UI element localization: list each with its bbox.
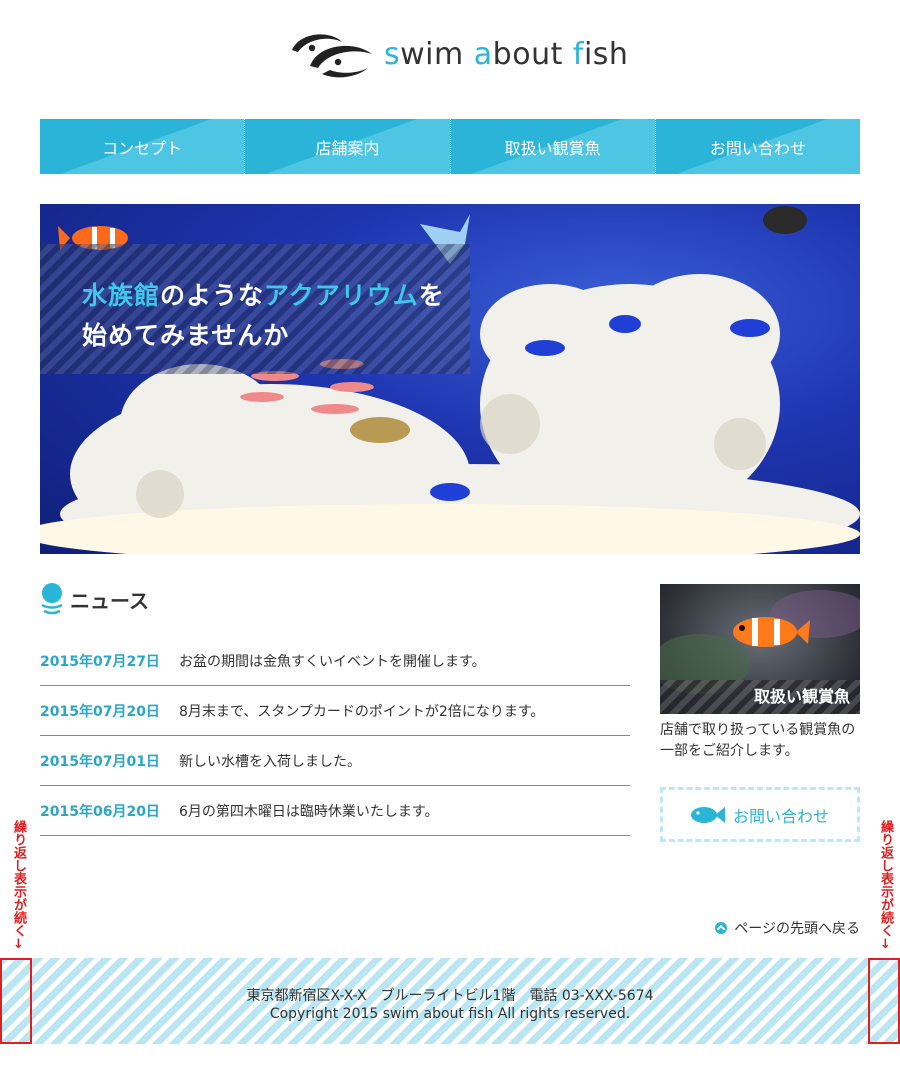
repeat-marker-left xyxy=(0,958,32,1044)
repeat-marker-right xyxy=(868,958,900,1044)
fish-icon xyxy=(690,806,725,823)
fish-card-link[interactable]: 取扱い観賞魚 xyxy=(660,584,860,714)
main-nav: コンセプト 店舗案内 取扱い観賞魚 お問い合わせ xyxy=(40,119,860,174)
news-text: 8月末まで、スタンプカードのポイントが2倍になります。 xyxy=(179,703,545,720)
news-text: お盆の期間は金魚すくいイベントを開催します。 xyxy=(179,653,486,670)
back-to-top-label: ページの先頭へ戻る xyxy=(734,921,860,937)
bubble-icon xyxy=(41,583,63,615)
news-item[interactable]: 2015年07月01日 新しい水槽を入荷しました。 xyxy=(40,736,630,786)
nav-item-store-info[interactable]: 店舗案内 xyxy=(245,119,451,174)
repeat-annotation-right: 繰り返し表示が続く↓ xyxy=(878,820,893,952)
nav-item-concept[interactable]: コンセプト xyxy=(40,119,246,174)
nav-item-contact[interactable]: お問い合わせ xyxy=(655,119,860,174)
news-date: 2015年07月20日 xyxy=(40,703,160,720)
back-to-top-link[interactable]: ページの先頭へ戻る xyxy=(715,918,860,938)
news-item[interactable]: 2015年07月27日 お盆の期間は金魚すくいイベントを開催します。 xyxy=(40,636,630,686)
contact-button-label: お問い合わせ xyxy=(732,806,829,826)
news-title: ニュース xyxy=(70,588,149,613)
news-text: 6月の第四木曜日は臨時休業いたします。 xyxy=(179,803,439,820)
site-logo[interactable]: swim about fish xyxy=(290,28,628,80)
footer-copyright: Copyright 2015 swim about fish All right… xyxy=(269,1006,631,1022)
up-arrow-icon xyxy=(715,922,728,934)
fish-logo-icon xyxy=(292,34,372,78)
fish-card-description: 店舗で取り扱っている観賞魚の一部をご紹介します。 xyxy=(660,722,856,759)
footer-address: 東京都新宿区X-X-X ブルーライトビル1階 電話 03-XXX-5674 xyxy=(246,988,654,1004)
news-date: 2015年07月27日 xyxy=(40,653,160,670)
contact-button[interactable]: お問い合わせ xyxy=(660,787,860,842)
hero-headline-line1: 水族館のようなアクアリウムを xyxy=(82,281,445,310)
news-item[interactable]: 2015年07月20日 8月末まで、スタンプカードのポイントが2倍になります。 xyxy=(40,686,630,736)
hero-headline-line2: 始めてみませんか xyxy=(82,321,290,350)
news-list: 2015年07月27日 お盆の期間は金魚すくいイベントを開催します。 2015年… xyxy=(40,636,630,836)
nav-item-fish[interactable]: 取扱い観賞魚 xyxy=(450,119,656,174)
repeat-annotation-left: 繰り返し表示が続く↓ xyxy=(11,820,26,952)
fish-card-label: 取扱い観賞魚 xyxy=(660,680,860,714)
news-item[interactable]: 2015年06月20日 6月の第四木曜日は臨時休業いたします。 xyxy=(40,786,630,836)
news-text: 新しい水槽を入荷しました。 xyxy=(179,753,361,770)
footer: 東京都新宿区X-X-X ブルーライトビル1階 電話 03-XXX-5674 Co… xyxy=(0,958,900,1044)
news-date: 2015年06月20日 xyxy=(40,803,160,820)
logo-text: swim about fish xyxy=(384,36,629,72)
hero-banner: 水族館のようなアクアリウムを 始めてみませんか xyxy=(40,204,860,554)
news-heading: ニュース xyxy=(40,582,149,616)
news-date: 2015年07月01日 xyxy=(40,753,160,770)
